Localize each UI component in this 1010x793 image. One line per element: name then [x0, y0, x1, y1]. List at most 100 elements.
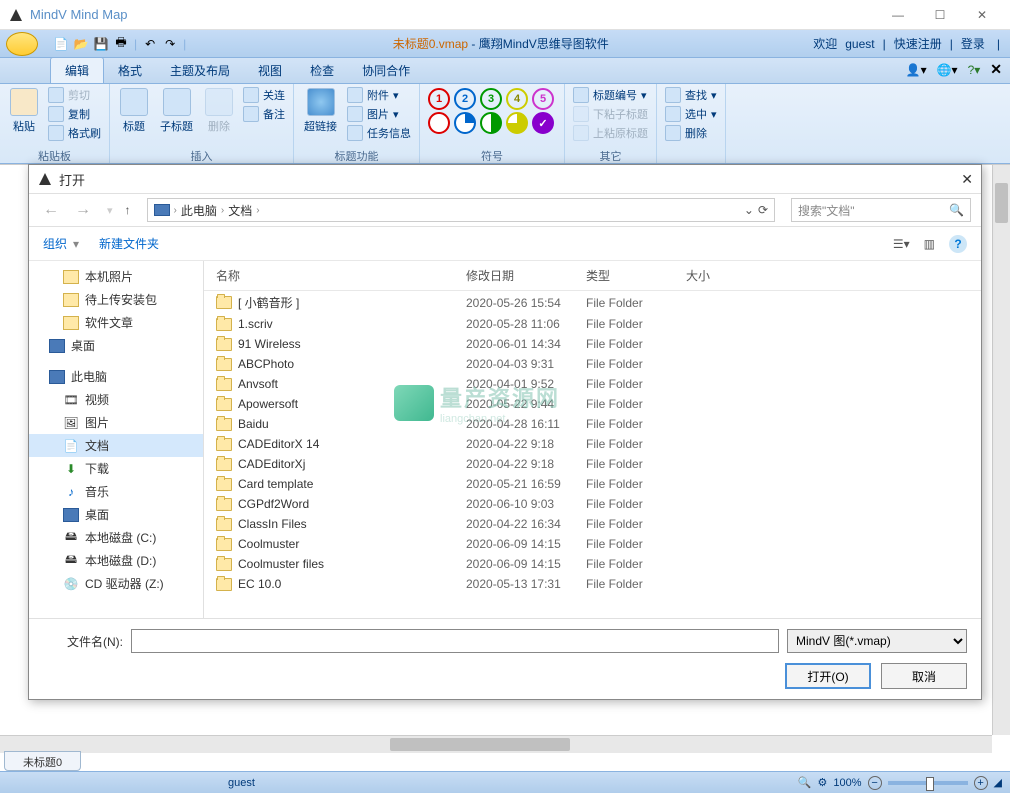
status-icon[interactable]: 🔍 [798, 776, 812, 789]
format-painter-button[interactable]: 格式刷 [46, 124, 103, 142]
list-item[interactable]: Baidu2020-04-28 16:11File Folder [204, 414, 981, 434]
help-dropdown-icon[interactable]: ?▾ [968, 63, 981, 77]
tree-item[interactable]: 🎞视频 [29, 388, 203, 411]
refresh-icon[interactable]: ⟳ [758, 203, 768, 217]
close-button[interactable]: ✕ [962, 1, 1002, 29]
app-menu-button[interactable] [6, 32, 38, 56]
delete-button[interactable]: 删除 [201, 86, 237, 136]
folder-tree[interactable]: 本机照片 待上传安装包 软件文章 桌面 此电脑 🎞视频 🖼图片 📄文档 ⬇下载 … [29, 261, 204, 618]
note-button[interactable]: 备注 [241, 105, 287, 123]
horizontal-scrollbar[interactable] [0, 735, 992, 753]
tree-item[interactable]: 桌面 [29, 503, 203, 526]
new-icon[interactable]: 📄 [52, 35, 70, 53]
list-item[interactable]: EC 10.02020-05-13 17:31File Folder [204, 574, 981, 594]
title-number-button[interactable]: 标题编号▾ [571, 86, 650, 104]
document-tab[interactable]: 未标题0 [4, 751, 81, 771]
tab-view[interactable]: 视图 [244, 58, 296, 83]
paste-button[interactable]: 粘贴 [6, 86, 42, 136]
nav-back-icon[interactable]: ← [39, 201, 63, 219]
list-header[interactable]: 名称 修改日期 类型 大小 [204, 261, 981, 291]
tree-item[interactable]: 🖴本地磁盘 (C:) [29, 526, 203, 549]
list-item[interactable]: 1.scriv2020-05-28 11:06File Folder [204, 314, 981, 334]
tree-item-this-pc[interactable]: 此电脑 [29, 365, 203, 388]
tab-edit[interactable]: 编辑 [50, 57, 104, 83]
file-list[interactable]: 名称 修改日期 类型 大小 [ 小鹤音形 ]2020-05-26 15:54Fi… [204, 261, 981, 618]
tree-item[interactable]: ♪音乐 [29, 480, 203, 503]
tree-item-documents[interactable]: 📄文档 [29, 434, 203, 457]
open-icon[interactable]: 📂 [72, 35, 90, 53]
organize-menu[interactable]: 组织 [43, 235, 67, 252]
list-item[interactable]: Coolmuster2020-06-09 14:15File Folder [204, 534, 981, 554]
maximize-button[interactable]: ☐ [920, 1, 960, 29]
tree-item[interactable]: 本机照片 [29, 265, 203, 288]
tree-item[interactable]: 🖴本地磁盘 (D:) [29, 549, 203, 572]
list-item[interactable]: CADEditorXj2020-04-22 9:18File Folder [204, 454, 981, 474]
find-button[interactable]: 查找▾ [663, 86, 719, 104]
register-link[interactable]: 快速注册 [894, 35, 942, 52]
list-item[interactable]: [ 小鹤音形 ]2020-05-26 15:54File Folder [204, 291, 981, 314]
paste-link-above-button[interactable]: 上粘原标题 [571, 124, 650, 142]
taskinfo-button[interactable]: 任务信息 [345, 124, 413, 142]
list-item[interactable]: Anvsoft2020-04-01 9:52File Folder [204, 374, 981, 394]
tree-item[interactable]: 🖼图片 [29, 411, 203, 434]
list-item[interactable]: Coolmuster files2020-06-09 14:15File Fol… [204, 554, 981, 574]
tree-item[interactable]: 💿CD 驱动器 (Z:) [29, 572, 203, 595]
minimize-button[interactable]: — [878, 1, 918, 29]
tree-item[interactable]: 待上传安装包 [29, 288, 203, 311]
print-icon[interactable]: 🖶 [112, 35, 130, 53]
tree-item[interactable]: ⬇下载 [29, 457, 203, 480]
list-item[interactable]: CADEditorX 142020-04-22 9:18File Folder [204, 434, 981, 454]
login-link[interactable]: 登录 [961, 35, 985, 52]
image-button[interactable]: 图片▾ [345, 105, 413, 123]
undo-icon[interactable]: ↶ [141, 35, 159, 53]
list-item[interactable]: CGPdf2Word2020-06-10 9:03File Folder [204, 494, 981, 514]
vertical-scrollbar[interactable] [992, 165, 1010, 735]
subtopic-button[interactable]: 子标题 [156, 86, 197, 136]
search-input[interactable]: 搜索"文档" 🔍 [791, 198, 971, 222]
nav-up-icon[interactable]: ↑ [125, 203, 131, 217]
resize-grip-icon[interactable]: ◢ [994, 776, 1002, 789]
list-item[interactable]: ABCPhoto2020-04-03 9:31File Folder [204, 354, 981, 374]
zoom-in-button[interactable]: + [974, 776, 988, 790]
view-mode-button[interactable]: ☰▾ [893, 237, 910, 251]
tree-item[interactable]: 桌面 [29, 334, 203, 357]
delete2-button[interactable]: 删除 [663, 124, 719, 142]
list-item[interactable]: ClassIn Files2020-04-22 16:34File Folder [204, 514, 981, 534]
cancel-button[interactable]: 取消 [881, 663, 967, 689]
zoom-out-button[interactable]: − [868, 776, 882, 790]
tree-item[interactable]: 软件文章 [29, 311, 203, 334]
zoom-slider[interactable] [888, 781, 968, 785]
tab-format[interactable]: 格式 [104, 58, 156, 83]
save-icon[interactable]: 💾 [92, 35, 110, 53]
topic-button[interactable]: 标题 [116, 86, 152, 136]
hyperlink-button[interactable]: 超链接 [300, 86, 341, 136]
new-folder-button[interactable]: 新建文件夹 [99, 235, 159, 252]
dialog-close-button[interactable]: ✕ [961, 171, 973, 188]
open-button[interactable]: 打开(O) [785, 663, 871, 689]
close-ribbon-icon[interactable]: ✕ [990, 61, 1002, 78]
tab-collab[interactable]: 协同合作 [348, 58, 424, 83]
preview-pane-button[interactable]: ▥ [924, 237, 935, 251]
user-dropdown-icon[interactable]: 👤▾ [906, 63, 927, 77]
list-item[interactable]: 91 Wireless2020-06-01 14:34File Folder [204, 334, 981, 354]
cut-button[interactable]: 剪切 [46, 86, 103, 104]
select-button[interactable]: 选中▾ [663, 105, 719, 123]
filetype-select[interactable]: MindV 图(*.vmap) [787, 629, 967, 653]
copy-button[interactable]: 复制 [46, 105, 103, 123]
symbol-gallery[interactable]: 1 2 3 4 5 ✓ [426, 86, 558, 136]
relation-button[interactable]: 关连 [241, 86, 287, 104]
list-item[interactable]: Card template2020-05-21 16:59File Folder [204, 474, 981, 494]
filename-input[interactable] [131, 629, 779, 653]
breadcrumb[interactable]: › 此电脑 › 文档 › ⌄⟳ [147, 198, 775, 222]
list-item[interactable]: Apowersoft2020-05-22 9:44File Folder [204, 394, 981, 414]
search-icon[interactable]: 🔍 [949, 203, 964, 217]
status-icon[interactable]: ⚙ [818, 776, 828, 789]
attachment-button[interactable]: 附件▾ [345, 86, 413, 104]
tab-theme[interactable]: 主题及布局 [156, 58, 244, 83]
help-icon[interactable]: ? [949, 235, 967, 253]
redo-icon[interactable]: ↷ [161, 35, 179, 53]
globe-dropdown-icon[interactable]: 🌐▾ [937, 63, 958, 77]
tab-check[interactable]: 检查 [296, 58, 348, 83]
nav-forward-icon[interactable]: → [71, 201, 95, 219]
paste-link-below-button[interactable]: 下粘子标题 [571, 105, 650, 123]
